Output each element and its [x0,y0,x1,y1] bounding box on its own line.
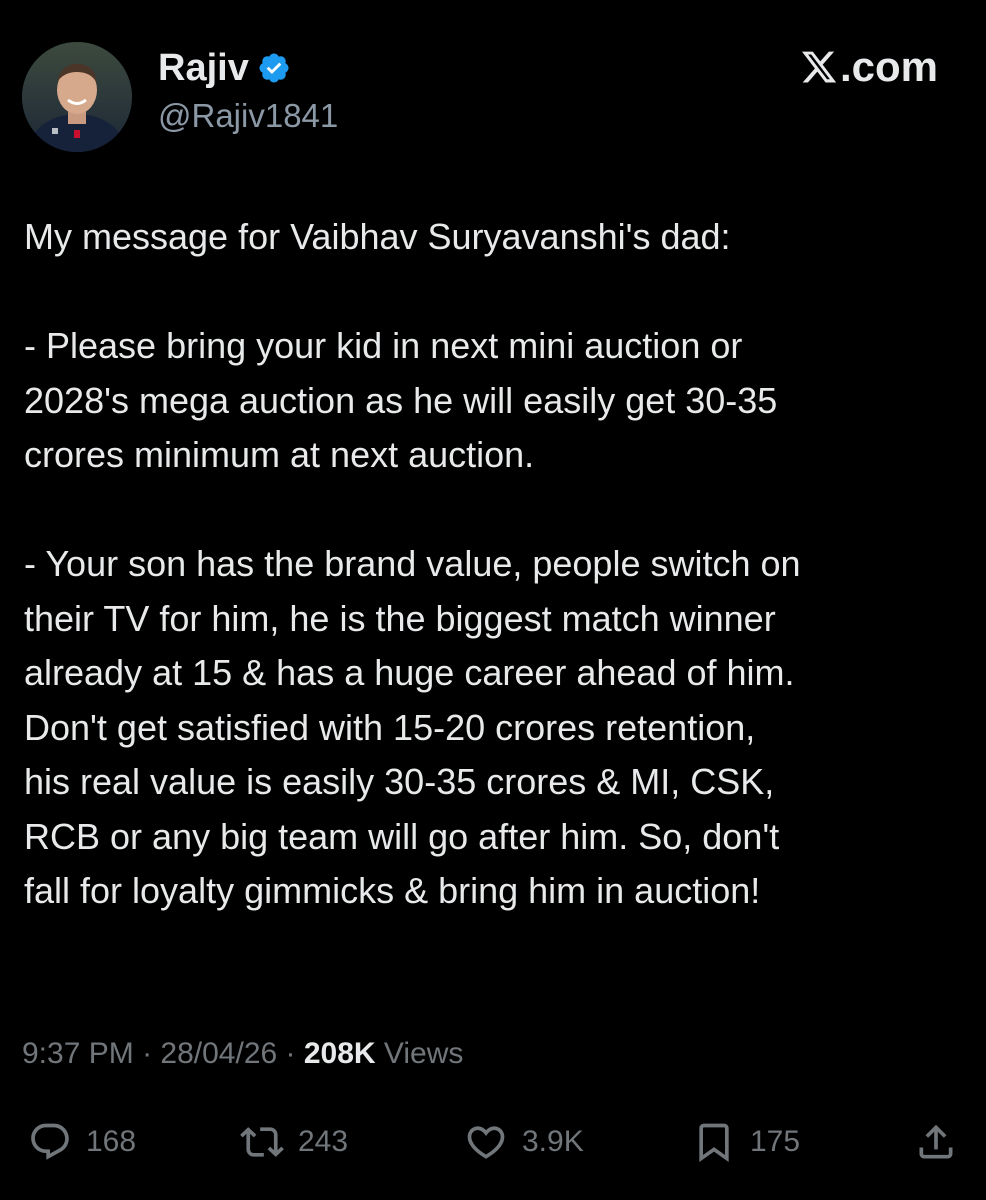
meta-separator: · [277,1037,304,1070]
like-button[interactable]: 3.9K [464,1112,584,1172]
tweet-date[interactable]: 28/04/26 [160,1037,277,1070]
author-display-name[interactable]: Rajiv [158,46,249,90]
reply-icon [31,1123,69,1160]
repost-button[interactable]: 243 [240,1112,348,1172]
reply-count: 168 [86,1125,137,1158]
avatar[interactable] [22,42,132,152]
share-button[interactable] [914,1112,958,1172]
heart-icon [467,1126,505,1159]
author-name-row[interactable]: Rajiv [158,46,291,90]
views-count[interactable]: 208K [304,1037,376,1070]
tweet-meta: 9:37 PM · 28/04/26 · 208K Views [22,1034,463,1074]
action-bar: 168 243 3.9K 175 [0,1112,986,1172]
share-icon [919,1124,953,1159]
bookmark-icon [699,1123,729,1163]
brand-label: .com [839,43,938,90]
like-count: 3.9K [522,1125,584,1158]
views-label: Views [375,1037,464,1070]
tweet-time[interactable]: 9:37 PM [22,1037,134,1070]
verified-badge-icon [259,53,289,83]
brand-logo: .com [800,44,938,90]
tweet-text: My message for Vaibhav Suryavanshi's dad… [24,216,801,911]
bookmark-button[interactable]: 175 [692,1112,800,1172]
meta-separator: · [133,1037,161,1070]
bookmark-count: 175 [750,1125,801,1158]
author-handle[interactable]: @Rajiv1841 [158,96,338,136]
reply-button[interactable]: 168 [28,1112,136,1172]
repost-icon [240,1127,284,1157]
x-logo-icon [801,51,837,83]
repost-count: 243 [298,1125,349,1158]
